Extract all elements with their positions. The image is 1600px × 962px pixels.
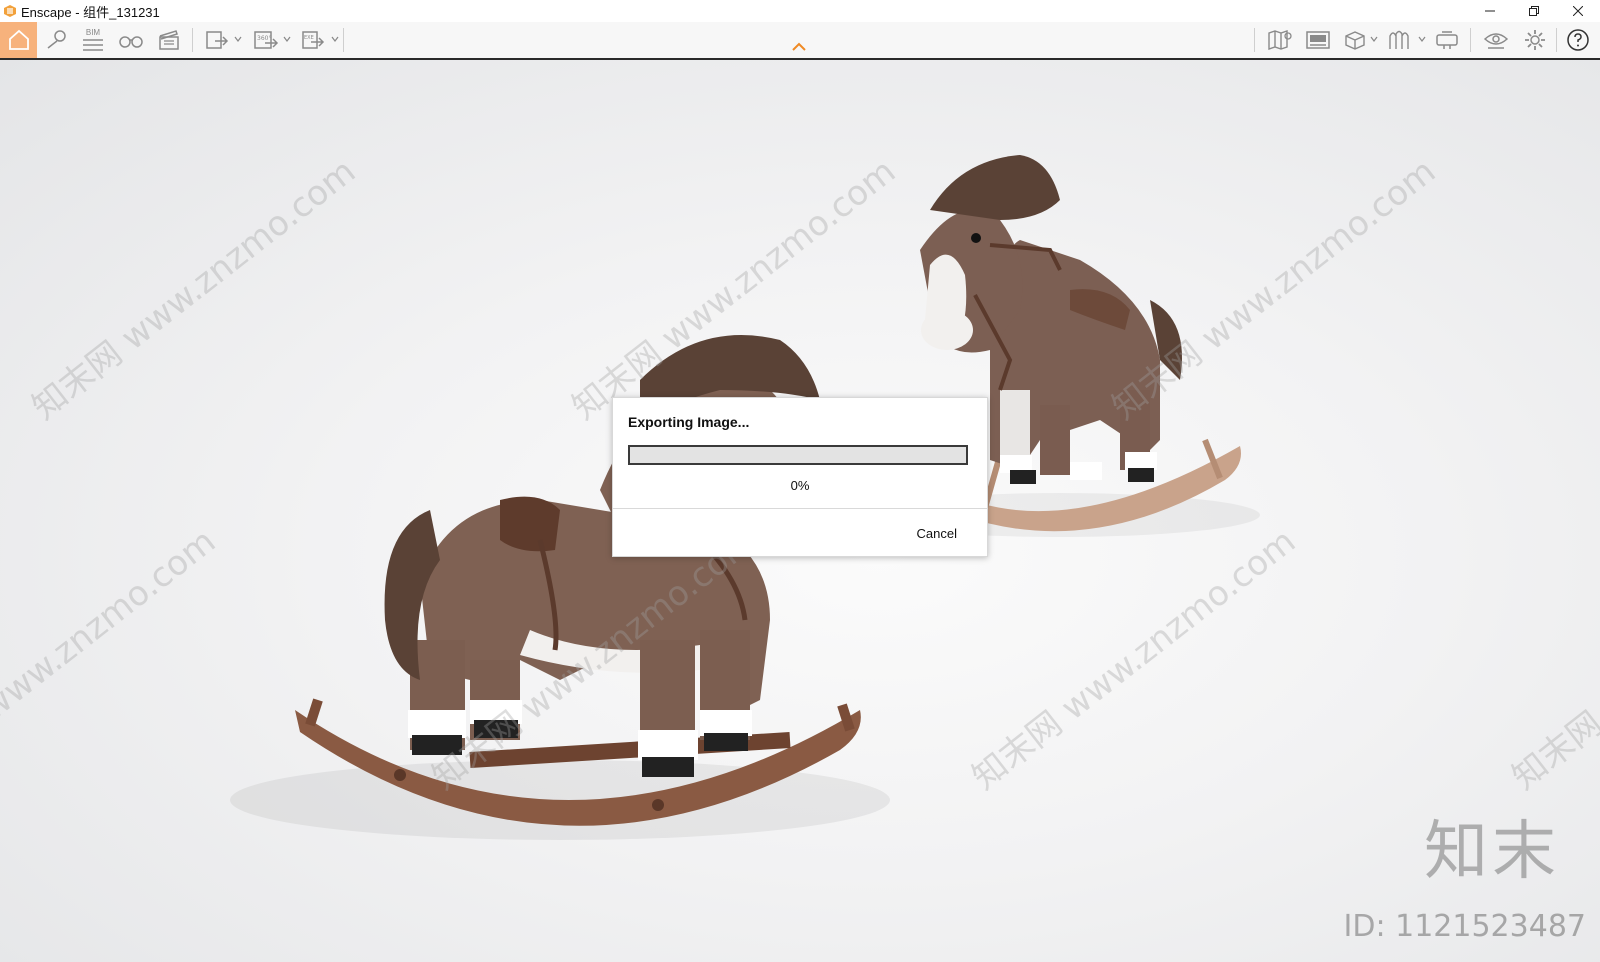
settings-button[interactable] <box>1521 22 1549 58</box>
home-button[interactable] <box>0 22 37 58</box>
cube-icon <box>1345 31 1365 50</box>
collapse-toolbar-chevron-icon[interactable] <box>791 42 807 52</box>
enscape-logo-icon <box>4 5 16 17</box>
id-watermark: ID: 1121523487 <box>1343 909 1586 944</box>
vr-headset-icon <box>1436 31 1458 49</box>
restore-icon <box>1529 6 1539 16</box>
gear-icon <box>1525 30 1545 50</box>
views-button[interactable] <box>1342 22 1368 58</box>
visual-settings-button[interactable] <box>1481 22 1511 58</box>
map-button[interactable] <box>1266 22 1294 58</box>
restore-button[interactable] <box>1512 0 1556 22</box>
bim-icon <box>83 39 103 51</box>
vr-headset-button[interactable] <box>1432 22 1462 58</box>
export-image-button[interactable] <box>203 22 231 58</box>
export-progress-dialog: Exporting Image... 0% Cancel <box>612 397 988 557</box>
asset-library-icon <box>1389 30 1409 49</box>
rendering-button[interactable] <box>1303 22 1333 58</box>
chevron-down-icon[interactable] <box>1418 35 1426 43</box>
asset-library-button[interactable] <box>1385 22 1413 58</box>
chevron-down-icon[interactable] <box>331 35 339 43</box>
help-button[interactable] <box>1562 22 1594 58</box>
window-title: Enscape - 组件_131231 <box>21 4 160 20</box>
svg-text:360°: 360° <box>257 35 271 42</box>
binoculars-icon <box>119 36 143 48</box>
location-button[interactable] <box>42 22 72 58</box>
cancel-button[interactable]: Cancel <box>917 526 957 541</box>
brand-watermark: 知末 <box>1424 815 1560 889</box>
binoculars-button[interactable] <box>116 22 146 58</box>
close-icon <box>1573 6 1583 16</box>
export-image-icon <box>206 31 229 49</box>
export-panorama-button[interactable]: 360° <box>251 22 281 58</box>
minimize-button[interactable] <box>1468 0 1512 22</box>
progress-percent: 0% <box>790 478 810 493</box>
minimize-icon <box>1485 10 1495 12</box>
progress-bar <box>628 445 968 465</box>
map-icon <box>1268 30 1292 50</box>
rendering-icon <box>1306 31 1330 49</box>
home-icon <box>8 29 29 50</box>
main-toolbar: BIM 360° EXE <box>0 22 1600 60</box>
dialog-title: Exporting Image... <box>628 414 750 430</box>
export-exe-button[interactable]: EXE <box>299 22 327 58</box>
svg-text:EXE: EXE <box>304 35 314 41</box>
help-icon <box>1567 29 1589 51</box>
bim-label: BIM <box>85 28 101 37</box>
clapperboard-icon <box>159 30 179 50</box>
eye-icon <box>1483 33 1509 49</box>
video-editor-button[interactable] <box>155 22 183 58</box>
export-exe-icon: EXE <box>302 31 325 49</box>
export-360-icon: 360° <box>254 31 279 49</box>
chevron-down-icon[interactable] <box>1370 35 1378 43</box>
chevron-down-icon[interactable] <box>234 35 242 43</box>
close-button[interactable] <box>1556 0 1600 22</box>
dialog-divider <box>613 508 987 509</box>
bim-button[interactable]: BIM <box>79 22 107 58</box>
location-pin-icon <box>47 30 66 49</box>
title-bar: Enscape - 组件_131231 <box>0 0 1600 22</box>
chevron-down-icon[interactable] <box>283 35 291 43</box>
